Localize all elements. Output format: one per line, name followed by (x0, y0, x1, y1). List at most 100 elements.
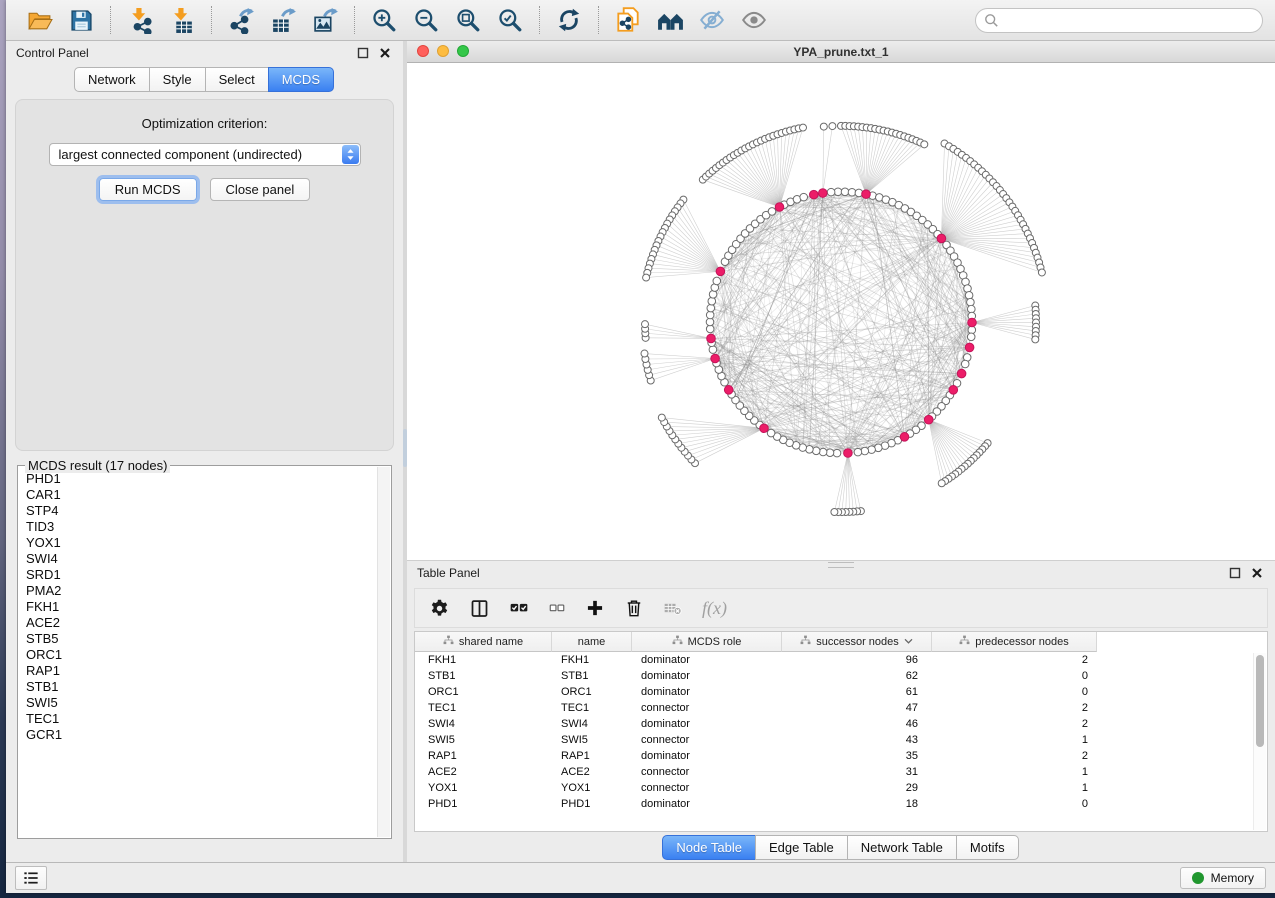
mcds-result-list[interactable]: PHD1CAR1STP4TID3YOX1SWI4SRD1PMA2FKH1ACE2… (20, 468, 377, 836)
table-cell[interactable]: TEC1 (552, 702, 632, 714)
network-leaf-node[interactable] (643, 274, 650, 281)
network-node[interactable] (833, 449, 841, 457)
table-cell[interactable]: 47 (782, 702, 932, 714)
close-panel-button[interactable]: Close panel (210, 178, 311, 201)
table-cell[interactable]: SWI4 (415, 718, 552, 730)
network-node[interactable] (861, 447, 869, 455)
tab-node-table[interactable]: Node Table (662, 835, 756, 860)
table-cell[interactable]: 61 (782, 686, 932, 698)
search-input[interactable] (1004, 12, 1254, 28)
table-cell[interactable]: FKH1 (415, 654, 552, 666)
table-cell[interactable]: 0 (932, 670, 1097, 682)
network-node[interactable] (854, 448, 862, 456)
mcds-node-item[interactable]: FKH1 (26, 599, 377, 615)
table-cell[interactable]: YOX1 (415, 782, 552, 794)
mcds-node-item[interactable]: STB5 (26, 631, 377, 647)
tab-edge-table[interactable]: Edge Table (755, 835, 848, 860)
network-node[interactable] (961, 360, 969, 368)
table-cell[interactable]: dominator (632, 798, 782, 810)
network-node[interactable] (967, 333, 975, 341)
memory-button[interactable]: Memory (1180, 867, 1266, 889)
network-leaf-node[interactable] (820, 123, 827, 130)
table-cell[interactable]: dominator (632, 670, 782, 682)
network-leaf-node[interactable] (642, 321, 649, 328)
tab-mcds[interactable]: MCDS (268, 67, 334, 92)
mcds-hub-node[interactable] (844, 449, 853, 458)
network-node[interactable] (707, 304, 715, 312)
mcds-hub-node[interactable] (862, 190, 871, 199)
table-cell[interactable]: 46 (782, 718, 932, 730)
mcds-hub-node[interactable] (949, 386, 958, 395)
network-leaf-node[interactable] (658, 414, 665, 421)
close-window-icon[interactable] (417, 45, 429, 57)
network-graph[interactable] (407, 63, 1275, 560)
column-header-shared-name[interactable]: shared name (415, 632, 552, 652)
show-all-icon[interactable] (733, 3, 775, 37)
zoom-in-icon[interactable] (363, 3, 405, 37)
table-cell[interactable]: 29 (782, 782, 932, 794)
table-row[interactable]: FKH1FKH1dominator962 (415, 652, 1267, 668)
table-row[interactable]: STB1STB1dominator620 (415, 668, 1267, 684)
network-leaf-node[interactable] (1032, 336, 1039, 343)
column-header-successor-nodes[interactable]: successor nodes (782, 632, 932, 652)
table-row[interactable]: RAP1RAP1dominator352 (415, 748, 1267, 764)
table-cell[interactable]: 1 (932, 782, 1097, 794)
columns-icon[interactable] (469, 598, 490, 619)
tab-select[interactable]: Select (205, 67, 269, 92)
mcds-node-item[interactable]: PMA2 (26, 583, 377, 599)
close-panel-icon[interactable] (377, 45, 393, 61)
table-cell[interactable]: 0 (932, 798, 1097, 810)
delete-column-icon[interactable] (624, 598, 644, 618)
network-leaf-node[interactable] (641, 350, 648, 357)
mcds-node-item[interactable]: SWI5 (26, 695, 377, 711)
mcds-node-item[interactable]: TEC1 (26, 711, 377, 727)
table-cell[interactable]: 96 (782, 654, 932, 666)
run-mcds-button[interactable]: Run MCDS (99, 178, 197, 201)
table-cell[interactable]: connector (632, 702, 782, 714)
table-cell[interactable]: SWI5 (552, 734, 632, 746)
table-cell[interactable]: 2 (932, 718, 1097, 730)
mcds-hub-node[interactable] (968, 318, 977, 327)
network-leaf-node[interactable] (1038, 269, 1045, 276)
table-cell[interactable]: STB1 (415, 670, 552, 682)
network-node[interactable] (709, 346, 717, 354)
table-cell[interactable]: 2 (932, 702, 1097, 714)
table-row[interactable]: TEC1TEC1connector472 (415, 700, 1267, 716)
tab-network-table[interactable]: Network Table (847, 835, 957, 860)
network-node[interactable] (713, 277, 721, 285)
network-node[interactable] (800, 193, 808, 201)
table-row[interactable]: PHD1PHD1dominator180 (415, 796, 1267, 812)
mcds-node-item[interactable]: GCR1 (26, 727, 377, 743)
network-leaf-node[interactable] (921, 141, 928, 148)
table-row[interactable]: YOX1YOX1connector291 (415, 780, 1267, 796)
mcds-node-item[interactable]: ACE2 (26, 615, 377, 631)
table-panel-grip[interactable] (828, 562, 854, 568)
zoom-selected-icon[interactable] (489, 3, 531, 37)
tab-network[interactable]: Network (74, 67, 150, 92)
table-cell[interactable]: connector (632, 782, 782, 794)
mcds-hub-node[interactable] (924, 415, 933, 424)
table-cell[interactable]: 31 (782, 766, 932, 778)
export-network-icon[interactable] (220, 3, 262, 37)
mcds-hub-node[interactable] (965, 343, 974, 352)
network-node[interactable] (967, 298, 975, 306)
table-cell[interactable]: 2 (932, 750, 1097, 762)
network-node[interactable] (868, 446, 876, 454)
mcds-node-item[interactable]: STB1 (26, 679, 377, 695)
first-neighbors-icon[interactable] (649, 3, 691, 37)
network-node[interactable] (768, 208, 776, 216)
table-cell[interactable]: ORC1 (415, 686, 552, 698)
mcds-hub-node[interactable] (900, 433, 909, 442)
table-cell[interactable]: SWI4 (552, 718, 632, 730)
import-network-icon[interactable] (119, 3, 161, 37)
network-leaf-node[interactable] (938, 480, 945, 487)
mcds-node-item[interactable]: TID3 (26, 519, 377, 535)
table-cell[interactable]: ACE2 (415, 766, 552, 778)
mcds-list-scrollbar[interactable] (377, 467, 390, 837)
table-cell[interactable]: connector (632, 766, 782, 778)
table-cell[interactable]: 1 (932, 766, 1097, 778)
refresh-view-icon[interactable] (548, 3, 590, 37)
mcds-hub-node[interactable] (819, 189, 828, 198)
select-all-columns-icon[interactable] (509, 598, 529, 618)
mcds-hub-node[interactable] (707, 334, 716, 343)
